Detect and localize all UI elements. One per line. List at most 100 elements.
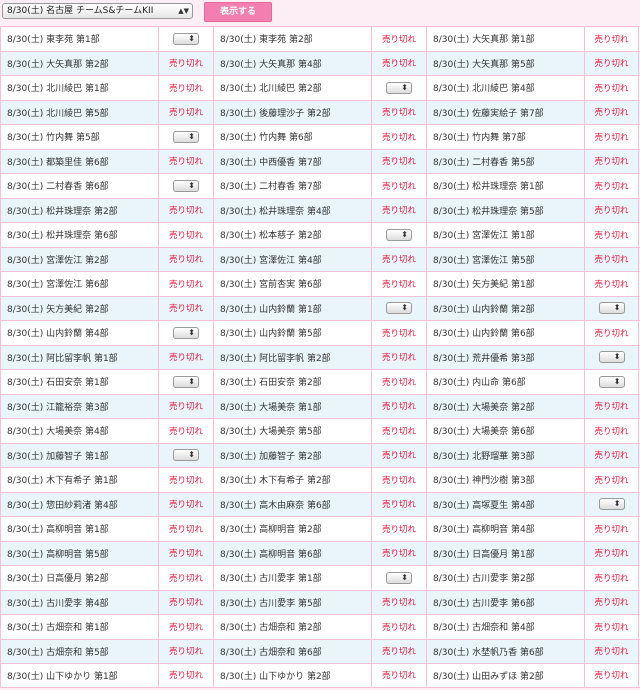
quantity-select[interactable] xyxy=(173,130,199,143)
session-status: 売り切れ xyxy=(371,541,426,565)
session-label: 8/30(土) 後藤理沙子 第2部 xyxy=(213,100,371,124)
session-label: 8/30(土) 木下有希子 第2部 xyxy=(213,468,371,492)
event-select[interactable]: 8/30(土) 名古屋 チームS&チームKII ▲▼ xyxy=(2,3,193,19)
session-status: 売り切れ xyxy=(158,51,213,75)
session-label: 8/30(土) 荒井優希 第3部 xyxy=(426,345,584,369)
table-row: 8/30(土) 松井珠理奈 第6部売り切れ8/30(土) 松本慈子 第2部8/3… xyxy=(0,222,640,247)
session-label: 8/30(土) 石田安奈 第1部 xyxy=(0,370,158,394)
show-button[interactable]: 表示する xyxy=(204,2,272,22)
session-label: 8/30(土) 日高優月 第1部 xyxy=(426,541,584,565)
table-row: 8/30(土) 加藤智子 第1部8/30(土) 加藤智子 第2部売り切れ8/30… xyxy=(0,442,640,467)
quantity-select[interactable] xyxy=(598,302,625,315)
session-label: 8/30(土) 大矢真那 第5部 xyxy=(426,51,584,75)
table-row: 8/30(土) 惣田紗莉渚 第4部 売り切れ 8/30(土) 高木由麻奈 第6部 売り… xyxy=(0,491,640,516)
quantity-select[interactable] xyxy=(173,449,199,462)
session-status xyxy=(158,174,213,198)
quantity-select[interactable] xyxy=(386,81,412,94)
session-label: 8/30(土) 北野瑠華 第3部 xyxy=(426,443,584,467)
quantity-select[interactable] xyxy=(173,32,199,45)
session-status: 売り切れ xyxy=(584,27,639,51)
session-status: 売り切れ xyxy=(584,468,639,492)
quantity-select[interactable] xyxy=(386,228,412,241)
soldout-label: 売り切れ xyxy=(381,598,416,609)
soldout-label: 売り切れ xyxy=(594,647,629,658)
session-label: 8/30(土) 石田安奈 第2部 xyxy=(213,370,371,394)
session-label: 8/30(土) 古川愛李 第6部 xyxy=(426,590,584,614)
session-label: 8/30(土) 内山命 第6部 xyxy=(426,370,584,394)
soldout-label: 売り切れ xyxy=(594,132,629,143)
session-status: 売り切れ xyxy=(371,174,426,198)
soldout-label: 売り切れ xyxy=(381,377,416,388)
soldout-label: 売り切れ xyxy=(168,353,203,364)
session-status xyxy=(158,27,213,51)
table-row: 8/30(土) 大場美奈 第4部 売り切れ 8/30(土) 大場美奈 第5部 売り切れ… xyxy=(0,418,640,443)
quantity-select[interactable] xyxy=(598,498,625,511)
soldout-label: 売り切れ xyxy=(168,83,203,94)
event-select-value: 8/30(土) 名古屋 チームS&チームKII xyxy=(7,6,154,16)
soldout-label: 売り切れ xyxy=(594,230,629,241)
session-status: 売り切れ xyxy=(584,517,639,541)
quantity-select[interactable] xyxy=(173,179,199,192)
session-status xyxy=(158,125,213,149)
soldout-label: 売り切れ xyxy=(168,573,203,584)
session-label: 8/30(土) 中西優香 第7部 xyxy=(213,149,371,173)
quantity-select[interactable] xyxy=(173,375,199,388)
quantity-select[interactable] xyxy=(386,302,412,315)
session-status: 売り切れ xyxy=(371,639,426,663)
session-status: 売り切れ xyxy=(371,321,426,345)
session-status xyxy=(158,443,213,467)
session-status: 売り切れ xyxy=(158,296,213,320)
quantity-select[interactable] xyxy=(173,326,199,339)
session-label: 8/30(土) 水埜帆乃香 第6部 xyxy=(426,639,584,663)
soldout-label: 売り切れ xyxy=(594,524,629,535)
soldout-label: 売り切れ xyxy=(594,475,629,486)
session-label: 8/30(土) 宮澤佐江 第1部 xyxy=(426,223,584,247)
session-label: 8/30(土) 加藤智子 第1部 xyxy=(0,443,158,467)
soldout-label: 売り切れ xyxy=(381,279,416,290)
session-label: 8/30(土) 山下ゆかり 第2部 xyxy=(213,664,371,687)
quantity-select[interactable] xyxy=(598,375,625,388)
session-status: 売り切れ xyxy=(371,590,426,614)
session-label: 8/30(土) 山内鈴蘭 第1部 xyxy=(213,296,371,320)
session-label: 8/30(土) 宮澤佐江 第2部 xyxy=(0,247,158,271)
session-label: 8/30(土) 大矢真那 第2部 xyxy=(0,51,158,75)
session-label: 8/30(土) 竹内舞 第5部 xyxy=(0,125,158,149)
session-label: 8/30(土) 古畑奈和 第5部 xyxy=(0,639,158,663)
session-label: 8/30(土) 山下ゆかり 第1部 xyxy=(0,664,158,687)
session-status: 売り切れ xyxy=(371,370,426,394)
table-row: 8/30(土) 木下有希子 第1部 売り切れ 8/30(土) 木下有希子 第2部 売り… xyxy=(0,467,640,492)
soldout-label: 売り切れ xyxy=(168,671,203,682)
soldout-label: 売り切れ xyxy=(594,426,629,437)
session-label: 8/30(土) 松井珠理奈 第2部 xyxy=(0,198,158,222)
session-label: 8/30(土) 日高優月 第2部 xyxy=(0,566,158,590)
session-status: 売り切れ xyxy=(584,272,639,296)
session-label: 8/30(土) 高塚夏生 第4部 xyxy=(426,492,584,516)
quantity-select[interactable] xyxy=(386,571,412,584)
session-label: 8/30(土) 古川愛李 第4部 xyxy=(0,590,158,614)
session-status: 売り切れ xyxy=(371,468,426,492)
session-status: 売り切れ xyxy=(371,149,426,173)
soldout-label: 売り切れ xyxy=(168,549,203,560)
soldout-label: 売り切れ xyxy=(168,304,203,315)
soldout-label: 売り切れ xyxy=(168,255,203,266)
session-label: 8/30(土) 北川綾巴 第4部 xyxy=(426,76,584,100)
table-row: 8/30(土) 大矢真那 第2部 売り切れ 8/30(土) 大矢真那 第4部 売り切れ… xyxy=(0,50,640,75)
table-row: 8/30(土) 北川綾巴 第5部 売り切れ 8/30(土) 後藤理沙子 第2部 売り切… xyxy=(0,99,640,124)
quantity-select[interactable] xyxy=(598,351,625,364)
soldout-label: 売り切れ xyxy=(381,206,416,217)
session-status: 売り切れ xyxy=(371,443,426,467)
session-status: 売り切れ xyxy=(371,198,426,222)
session-status: 売り切れ xyxy=(371,664,426,687)
session-label: 8/30(土) 東李苑 第2部 xyxy=(213,27,371,51)
session-label: 8/30(土) 北川綾巴 第5部 xyxy=(0,100,158,124)
session-status: 売り切れ xyxy=(371,125,426,149)
session-table: 8/30(土) 東李苑 第1部8/30(土) 東李苑 第2部売り切れ8/30(土… xyxy=(0,26,640,688)
table-row: 8/30(土) 山下ゆかり 第1部 売り切れ 8/30(土) 山下ゆかり 第2部 売り… xyxy=(0,663,640,688)
soldout-label: 売り切れ xyxy=(594,671,629,682)
table-row: 8/30(土) 竹内舞 第5部8/30(土) 竹内舞 第6部売り切れ8/30(土… xyxy=(0,124,640,149)
session-label: 8/30(土) 山内鈴蘭 第6部 xyxy=(426,321,584,345)
session-status: 売り切れ xyxy=(584,394,639,418)
soldout-label: 売り切れ xyxy=(381,34,416,45)
session-status: 売り切れ xyxy=(371,394,426,418)
session-status: 売り切れ xyxy=(584,419,639,443)
